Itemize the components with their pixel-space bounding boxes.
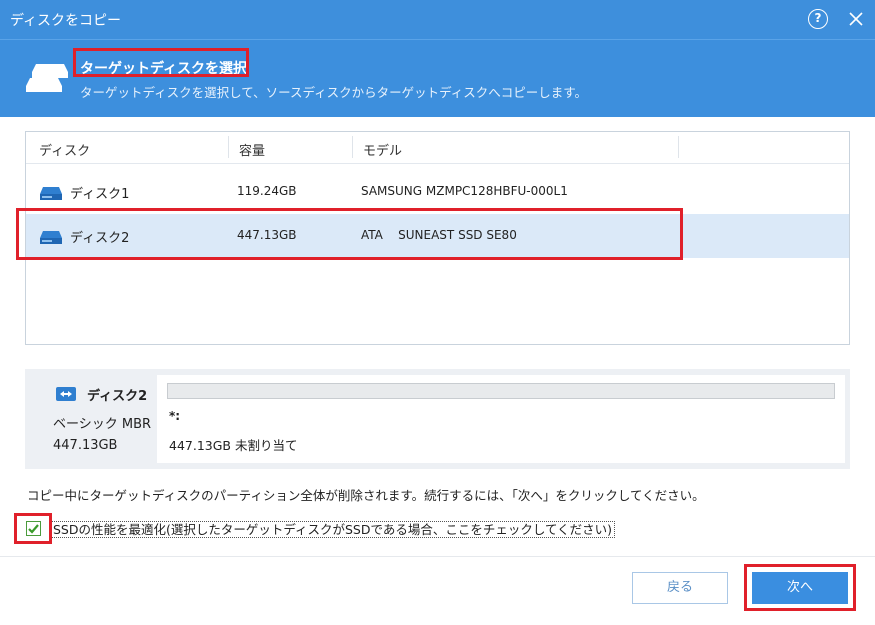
disk-capacity: 119.24GB [237,184,297,198]
hard-disk-icon [40,231,62,244]
table-row-disk2[interactable]: ディスク2 447.13GB ATA SUNEAST SSD SE80 [26,214,849,258]
help-icon[interactable]: ? [808,9,828,29]
disk-map-type: ベーシック MBR [53,417,152,432]
disk-summary: ディスク2 ベーシック MBR 447.13GB [25,369,155,469]
title-bar: ディスクをコピー ? [0,0,875,39]
column-header-disk[interactable]: ディスク [39,140,90,159]
partition-label: *: [169,409,181,423]
table-header: ディスク 容量 モデル [26,132,849,164]
next-button[interactable]: 次へ [752,572,848,604]
disk-map-name: ディスク2 [87,389,148,404]
disk-map-size: 447.13GB [53,438,118,453]
disk-model: ATA SUNEAST SSD SE80 [361,228,517,242]
disk-capacity: 447.13GB [237,228,297,242]
footer-divider [0,556,875,557]
column-header-capacity[interactable]: 容量 [239,140,265,159]
column-divider [352,136,353,158]
hard-disk-icon [40,187,62,200]
column-divider [678,136,679,158]
table-row-disk1[interactable]: ディスク1 119.24GB SAMSUNG MZMPC128HBFU-000L… [26,170,849,214]
disk-map-panel: ディスク2 ベーシック MBR 447.13GB *: 447.13GB 未割り… [25,369,850,469]
disk-copy-icon [26,64,68,92]
ssd-optimize-label[interactable]: SSDの性能を最適化(選択したターゲットディスクがSSDである場合、ここをチェッ… [50,521,615,538]
disk-table: ディスク 容量 モデル ディスク1 119.24GB SAMSUNG MZMPC… [25,131,850,345]
close-icon[interactable] [845,8,867,30]
checkmark-icon [28,524,39,534]
partition-usage-bar [167,383,835,399]
disk-name: ディスク2 [70,231,130,246]
window-title: ディスクをコピー [10,13,122,29]
page-subtitle: ターゲットディスクを選択して、ソースディスクからターゲットディスクへコピーします… [80,85,588,100]
column-header-model[interactable]: モデル [363,140,402,159]
back-button[interactable]: 戻る [632,572,728,604]
wizard-header: ターゲットディスクを選択 ターゲットディスクを選択して、ソースディスクからターゲ… [0,39,875,117]
disk-map-icon [56,387,76,401]
warning-text: コピー中にターゲットディスクのパーティション全体が削除されます。続行するには、「… [27,488,705,503]
page-heading: ターゲットディスクを選択 [80,61,248,77]
disk-name: ディスク1 [70,187,130,202]
column-divider [228,136,229,158]
ssd-optimize-checkbox[interactable] [26,521,41,536]
disk-model: SAMSUNG MZMPC128HBFU-000L1 [361,184,568,198]
partition-block[interactable]: *: 447.13GB 未割り当て [157,375,845,463]
partition-info: 447.13GB 未割り当て [169,438,298,453]
